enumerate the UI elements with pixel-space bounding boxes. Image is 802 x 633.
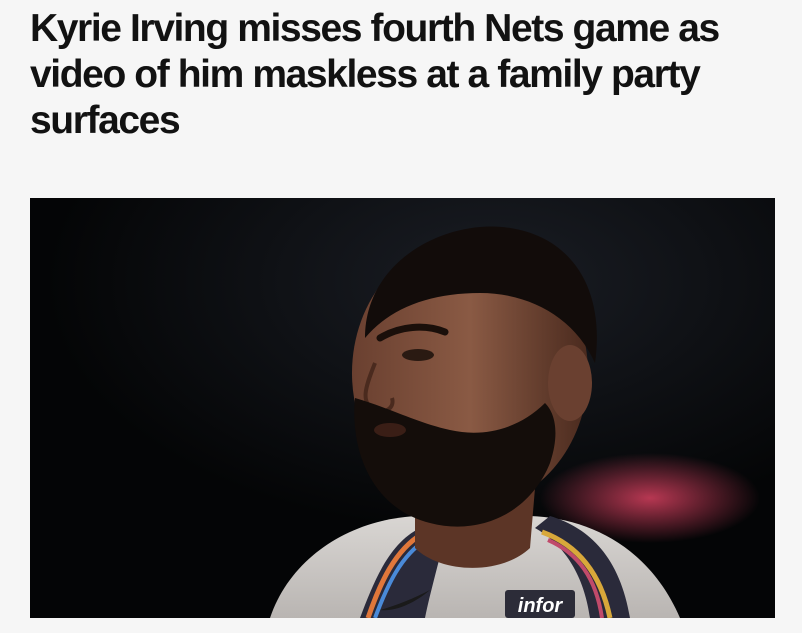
article-headline: Kyrie Irving misses fourth Nets game as … — [30, 7, 720, 142]
article: Kyrie Irving misses fourth Nets game as … — [0, 0, 802, 633]
jersey-sponsor-text: infor — [518, 595, 564, 617]
hero-image: infor — [30, 198, 775, 618]
player-photo-illustration: infor — [30, 198, 775, 618]
